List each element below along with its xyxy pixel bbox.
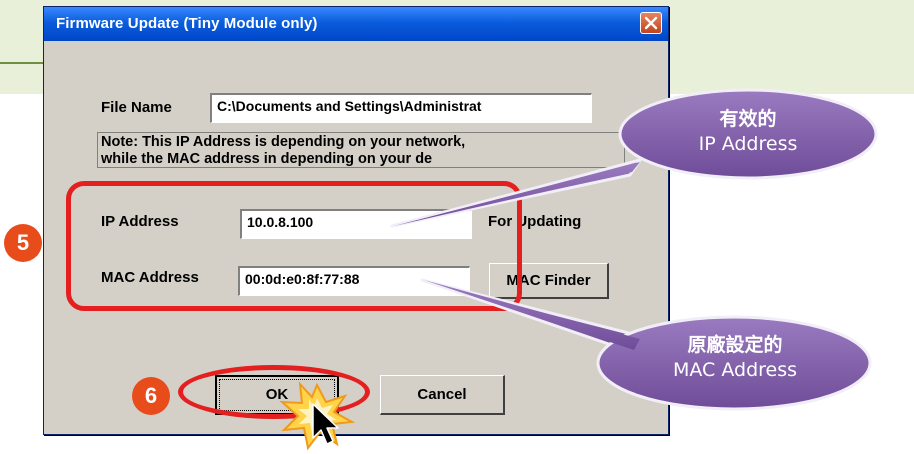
mac-callout-line1: 原廠設定的 xyxy=(687,334,783,356)
ip-callout-line2: IP Address xyxy=(698,133,798,155)
callout-graphics xyxy=(279,88,878,451)
mac-callout-line2: MAC Address xyxy=(672,359,798,381)
ip-callout-line1: 有效的 xyxy=(719,108,777,130)
ip-callout-text: 有效的 IP Address xyxy=(650,104,846,155)
mac-callout-text: 原廠設定的 MAC Address xyxy=(630,330,840,381)
